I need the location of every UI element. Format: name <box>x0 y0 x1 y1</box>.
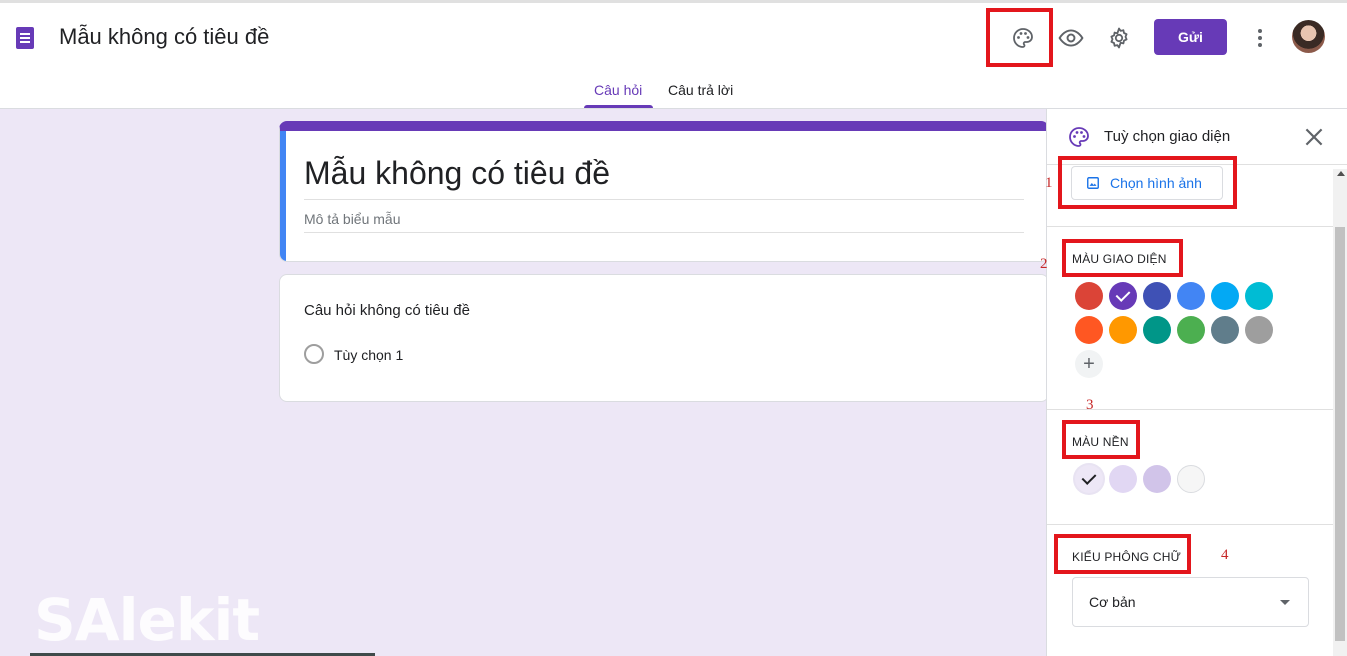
section-divider <box>1047 226 1333 227</box>
annotation-number: 4 <box>1221 547 1229 563</box>
scroll-up-arrow-icon[interactable] <box>1337 171 1345 176</box>
add-custom-color-button[interactable]: + <box>1075 350 1103 378</box>
background-color-swatch[interactable] <box>1109 465 1137 493</box>
theme-color-swatch[interactable] <box>1211 282 1239 310</box>
active-tab-indicator <box>584 105 653 108</box>
background-color-swatch[interactable] <box>1075 465 1103 493</box>
annotation-number: 3 <box>1086 397 1094 413</box>
theme-color-swatch[interactable] <box>1143 282 1171 310</box>
preview-button[interactable] <box>1051 18 1091 58</box>
dropdown-arrow-icon <box>1280 600 1290 605</box>
palette-icon <box>1069 127 1089 147</box>
tab-questions[interactable]: Câu hỏi <box>594 82 642 98</box>
theme-color-swatch[interactable] <box>1177 316 1205 344</box>
top-border <box>0 0 1347 3</box>
annotation-box-choose-image <box>1058 156 1237 209</box>
option-label[interactable]: Tùy chọn 1 <box>334 347 403 363</box>
theme-color-swatch[interactable] <box>1177 282 1205 310</box>
watermark-logo: SAlekit <box>34 586 260 654</box>
form-title-card: Mẫu không có tiêu đề Mô tả biểu mẫu <box>279 121 1049 262</box>
annotation-box-palette <box>986 8 1053 67</box>
question-title[interactable]: Câu hỏi không có tiêu đề <box>304 302 470 319</box>
theme-color-swatch[interactable] <box>1245 282 1273 310</box>
theme-color-swatch[interactable] <box>1109 316 1137 344</box>
form-description-field[interactable]: Mô tả biểu mẫu <box>304 211 401 227</box>
background-color-swatch[interactable] <box>1177 465 1205 493</box>
gear-icon <box>1110 27 1128 49</box>
font-style-select[interactable]: Cơ bản <box>1072 577 1309 627</box>
app-header: Mẫu không có tiêu đề Gửi Câu hỏi Câu trả… <box>0 0 1347 109</box>
divider <box>304 232 1024 233</box>
theme-color-swatch[interactable] <box>1075 282 1103 310</box>
form-title[interactable]: Mẫu không có tiêu đề <box>304 155 610 192</box>
question-card[interactable]: Câu hỏi không có tiêu đề Tùy chọn 1 <box>279 274 1049 402</box>
more-options-button[interactable] <box>1240 18 1280 58</box>
avatar[interactable] <box>1292 20 1325 53</box>
section-divider <box>1047 524 1333 525</box>
scrollbar-thumb[interactable] <box>1335 227 1345 641</box>
eye-icon <box>1058 29 1084 47</box>
annotation-box-background-color <box>1062 420 1140 459</box>
divider <box>304 199 1024 200</box>
radio-button[interactable] <box>304 344 324 364</box>
close-icon[interactable] <box>1301 124 1327 150</box>
panel-title: Tuỳ chọn giao diện <box>1104 128 1231 145</box>
forms-doc-icon[interactable] <box>16 27 34 49</box>
tab-responses[interactable]: Câu trả lời <box>668 82 733 98</box>
send-button[interactable]: Gửi <box>1154 19 1227 55</box>
annotation-box-theme-color <box>1062 239 1183 277</box>
settings-button[interactable] <box>1099 18 1139 58</box>
more-vert-icon <box>1258 29 1262 47</box>
annotation-number: 2 <box>1040 256 1048 272</box>
tab-bar: Câu hỏi Câu trả lời <box>0 80 1347 109</box>
theme-color-swatch[interactable] <box>1245 316 1273 344</box>
theme-color-swatch[interactable] <box>1143 316 1171 344</box>
theme-color-swatch[interactable] <box>1075 316 1103 344</box>
theme-color-swatch[interactable] <box>1109 282 1137 310</box>
document-title[interactable]: Mẫu không có tiêu đề <box>59 24 269 50</box>
theme-color-swatch[interactable] <box>1211 316 1239 344</box>
background-color-swatch[interactable] <box>1143 465 1171 493</box>
annotation-box-font-style <box>1054 534 1191 574</box>
font-style-value: Cơ bản <box>1089 594 1136 610</box>
annotation-number: 1 <box>1045 175 1053 191</box>
selected-card-indicator <box>280 131 286 261</box>
